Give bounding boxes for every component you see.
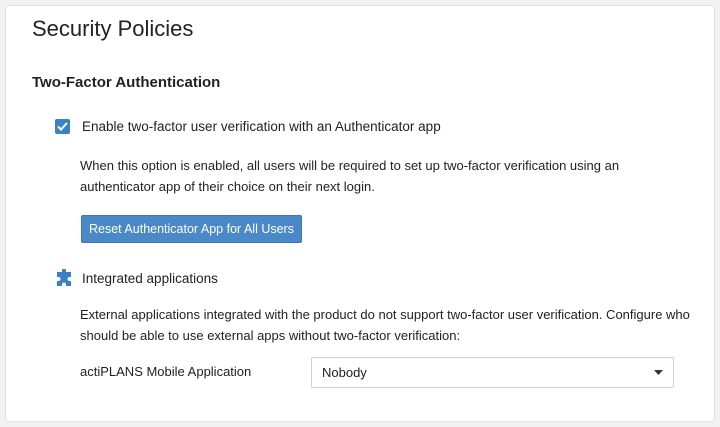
integrated-applications-label: Integrated applications bbox=[82, 270, 218, 286]
checkmark-icon bbox=[57, 122, 68, 131]
reset-authenticator-button[interactable]: Reset Authenticator App for All Users bbox=[81, 215, 302, 243]
security-policies-panel: Security Policies Two-Factor Authenticat… bbox=[5, 5, 715, 422]
page-title: Security Policies bbox=[32, 16, 194, 41]
integrated-applications-description: External applications integrated with th… bbox=[80, 307, 690, 343]
two-factor-checkbox-label[interactable]: Enable two-factor user verification with… bbox=[82, 119, 441, 134]
two-factor-section-title: Two-Factor Authentication bbox=[32, 74, 221, 91]
integrated-applications-header: Integrated applications bbox=[56, 269, 218, 287]
mobile-app-access-value: Nobody bbox=[322, 365, 367, 380]
chevron-down-icon bbox=[654, 370, 663, 375]
puzzle-icon bbox=[57, 269, 71, 286]
mobile-app-access-select[interactable]: Nobody bbox=[311, 357, 674, 388]
two-factor-description: When this option is enabled, all users w… bbox=[80, 158, 620, 194]
mobile-app-label: actiPLANS Mobile Application bbox=[80, 364, 252, 379]
two-factor-checkbox-row[interactable]: Enable two-factor user verification with… bbox=[55, 119, 441, 134]
two-factor-checkbox[interactable] bbox=[55, 119, 70, 134]
